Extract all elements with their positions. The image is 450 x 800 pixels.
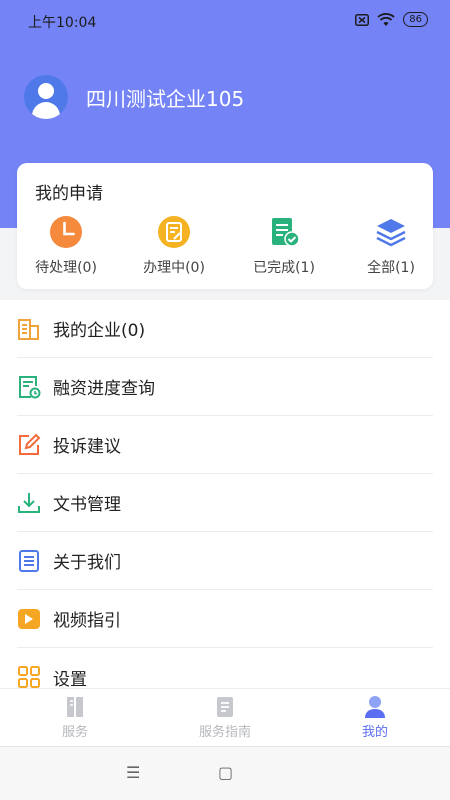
tab-label: 我的	[361, 725, 388, 740]
app-all[interactable]: 全部(1)	[339, 215, 443, 277]
app-pending[interactable]: 待处理(0)	[14, 215, 118, 277]
app-all-label: 全部(1)	[367, 260, 415, 276]
user-icon	[365, 696, 385, 718]
app-completed-label: 已完成(1)	[253, 260, 315, 276]
status-bar: 上午10:04 86	[0, 0, 450, 40]
menu-item-documents[interactable]: 文书管理	[17, 474, 433, 532]
layers-icon	[376, 219, 406, 247]
guide-icon	[217, 697, 233, 717]
tab-label: 服务指南	[198, 725, 251, 740]
tab-service-guide[interactable]: 服务指南	[150, 695, 300, 740]
tab-mine[interactable]: 我的	[300, 695, 450, 740]
battery-indicator: 86	[403, 12, 428, 27]
building-icon	[18, 318, 39, 340]
progress-doc-icon	[19, 375, 41, 398]
profile-section[interactable]: 四川测试企业105	[24, 75, 244, 119]
grid-settings-icon	[18, 666, 40, 688]
menu-list: 我的企业(0) 融资进度查询 投诉建议 文书管理 关于我们 视频指引 设置	[0, 300, 450, 690]
menu-item-my-company[interactable]: 我的企业(0)	[17, 300, 433, 358]
doc-list-icon	[19, 549, 39, 572]
menu-label: 融资进度查询	[53, 379, 155, 399]
menu-item-about-us[interactable]: 关于我们	[17, 532, 433, 590]
menu-label: 文书管理	[53, 495, 121, 515]
menu-item-financing-progress[interactable]: 融资进度查询	[17, 358, 433, 416]
app-processing-label: 办理中(0)	[143, 260, 205, 276]
download-icon	[18, 492, 40, 513]
menu-label: 我的企业(0)	[53, 321, 146, 341]
menu-item-complaints[interactable]: 投诉建议	[17, 416, 433, 474]
bottom-tab-bar: 服务 服务指南 我的	[0, 688, 450, 746]
edit-doc-icon	[158, 216, 190, 248]
doc-check-icon	[272, 218, 300, 247]
avatar[interactable]	[24, 75, 68, 119]
home-nav-icon[interactable]: ▢	[218, 763, 233, 782]
app-processing[interactable]: 办理中(0)	[122, 215, 226, 277]
status-time: 上午10:04	[28, 15, 97, 31]
menu-label: 关于我们	[53, 553, 121, 573]
pen-edit-icon	[19, 433, 41, 455]
menu-label: 投诉建议	[53, 437, 121, 457]
sim-icon	[355, 13, 370, 26]
clock-icon	[50, 216, 82, 248]
menu-item-video-guide[interactable]: 视频指引	[17, 590, 433, 648]
video-icon	[18, 608, 40, 629]
tab-service[interactable]: 服务	[0, 695, 150, 740]
service-icon	[67, 697, 83, 717]
tab-label: 服务	[61, 725, 88, 740]
menu-nav-icon[interactable]: ☰	[126, 763, 140, 782]
app-pending-label: 待处理(0)	[35, 260, 97, 276]
company-name: 四川测试企业105	[86, 86, 245, 111]
applications-card: 我的申请 待处理(0) 办理中(0) 已完成(1) 全部(1)	[17, 163, 433, 289]
wifi-icon	[377, 12, 395, 26]
menu-label: 设置	[53, 669, 87, 690]
app-completed[interactable]: 已完成(1)	[232, 215, 336, 277]
system-nav-bar: ☰ ▢	[0, 746, 450, 800]
applications-title: 我的申请	[35, 184, 103, 204]
status-icons: 86	[355, 12, 428, 27]
menu-label: 视频指引	[53, 611, 121, 631]
